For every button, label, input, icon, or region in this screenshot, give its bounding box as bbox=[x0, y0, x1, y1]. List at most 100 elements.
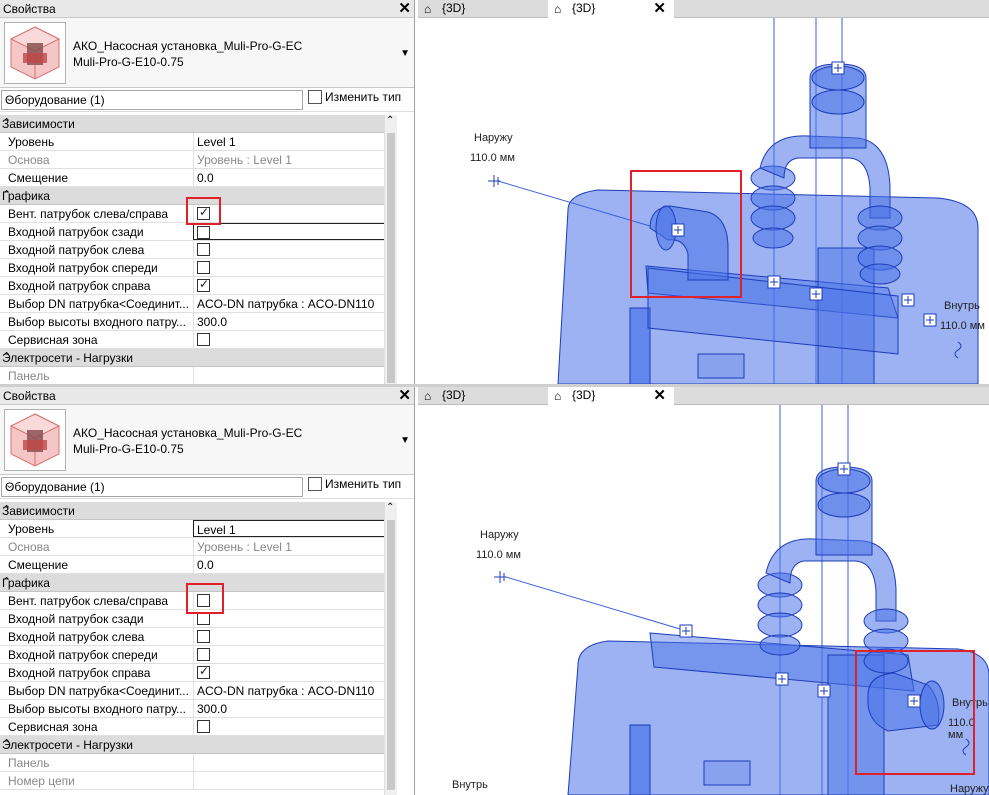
row-value[interactable]: 300.0 bbox=[193, 700, 386, 718]
section-constraints[interactable]: Зависимости ⌃ bbox=[0, 115, 397, 133]
row-level[interactable]: Уровень Level 1 bbox=[0, 133, 386, 151]
in-label: Внутрь bbox=[944, 300, 980, 312]
row-value[interactable]: 300.0 bbox=[193, 313, 386, 331]
row-service[interactable]: Сервисная зона bbox=[0, 718, 386, 736]
collapse-icon[interactable]: ⌃ bbox=[2, 116, 392, 129]
row-value[interactable]: Level 1 bbox=[193, 520, 386, 537]
row-value[interactable]: ACO-DN патрубка : ACO-DN110 bbox=[193, 682, 386, 700]
row-inlet-left[interactable]: Входной патрубок слева bbox=[0, 241, 386, 259]
tab-3d-inactive[interactable]: ⌂ {3D} bbox=[418, 0, 546, 18]
row-value bbox=[193, 259, 386, 277]
row-dn[interactable]: Выбор DN патрубка<Соединит... ACO-DN патр… bbox=[0, 682, 386, 700]
row-dn[interactable]: Выбор DN патрубка<Соединит... ACO-DN патр… bbox=[0, 295, 386, 313]
dropdown-icon[interactable]: ▼ bbox=[400, 48, 410, 59]
row-value[interactable]: ACO-DN патрубка : ACO-DN110 bbox=[193, 295, 386, 313]
collapse-icon[interactable]: ⌃ bbox=[2, 737, 392, 750]
properties-scrollbar[interactable]: ⌃ bbox=[384, 115, 397, 384]
family-name: АКО_Насосная установка_Muli-Pro-G-EC bbox=[73, 426, 303, 440]
top-screenshot: Свойства ✕ АКО_Насосная установка_Muli-P… bbox=[0, 0, 989, 384]
scroll-up-icon[interactable]: ⌃ bbox=[386, 115, 394, 126]
row-circuit: Номер цепи bbox=[0, 772, 386, 790]
row-offset[interactable]: Смещение 0.0 bbox=[0, 556, 386, 574]
inlet-left-checkbox[interactable] bbox=[197, 243, 210, 256]
row-label: Панель bbox=[8, 756, 50, 770]
inlet-front-checkbox[interactable] bbox=[197, 261, 210, 274]
scrollbar-thumb[interactable] bbox=[387, 133, 395, 383]
row-label: Входной патрубок сзади bbox=[8, 225, 144, 239]
tab-3d-active[interactable]: ⌂ {3D} ✕ bbox=[548, 387, 674, 405]
type-selector[interactable]: АКО_Насосная установка_Muli-Pro-G-EC Mul… bbox=[0, 405, 414, 475]
type-name: Muli-Pro-G-E10-0.75 bbox=[73, 55, 184, 69]
properties-palette: Свойства ✕ АКО_Насосная установка_Muli-P… bbox=[0, 0, 415, 384]
in-label-2: Внутрь bbox=[452, 779, 488, 791]
row-value bbox=[193, 241, 386, 259]
section-electrical[interactable]: Электросети - Нагрузки ⌃ bbox=[0, 349, 397, 367]
inlet-front-checkbox[interactable] bbox=[197, 648, 210, 661]
out-label: Наружу bbox=[480, 529, 519, 541]
row-label: Смещение bbox=[8, 558, 69, 572]
model-canvas[interactable]: Наружу 110.0 мм Внутрь 110.0 мм Внутрь Н… bbox=[418, 405, 989, 795]
inlet-back-checkbox[interactable] bbox=[197, 226, 210, 239]
row-height[interactable]: Выбор высоты входного патру... 300.0 bbox=[0, 700, 386, 718]
row-value[interactable]: 0.0 bbox=[193, 556, 386, 574]
3d-view-icon: ⌂ bbox=[424, 2, 432, 16]
category-filter-select[interactable]: Оборудование (1) ⌄ bbox=[1, 477, 303, 497]
row-panel: Панель bbox=[0, 754, 386, 772]
row-label: Выбор DN патрубка<Соединит... bbox=[8, 297, 189, 311]
edit-type-button[interactable]: Изменить тип bbox=[308, 89, 412, 110]
row-inlet-left[interactable]: Входной патрубок слева bbox=[0, 628, 386, 646]
row-value bbox=[193, 223, 386, 240]
tab-label: {3D} bbox=[572, 1, 596, 15]
close-icon[interactable]: ✕ bbox=[653, 387, 666, 404]
row-value[interactable]: Level 1 bbox=[193, 133, 386, 151]
row-label: Выбор DN патрубка<Соединит... bbox=[8, 684, 189, 698]
inlet-left-checkbox[interactable] bbox=[197, 630, 210, 643]
model-canvas[interactable]: Наружу 110.0 мм Внутрь 110.0 мм bbox=[418, 18, 989, 384]
view-tabs: ⌂ {3D} ⌂ {3D} ✕ bbox=[418, 0, 989, 18]
edit-type-button[interactable]: Изменить тип bbox=[308, 476, 412, 497]
type-name: Muli-Pro-G-E10-0.75 bbox=[73, 442, 184, 456]
properties-title: Свойства bbox=[3, 389, 56, 403]
row-label: Основа bbox=[8, 540, 50, 554]
filter-row: Оборудование (1) ⌄ Изменить тип bbox=[0, 475, 414, 499]
row-label: Панель bbox=[8, 369, 50, 383]
properties-scrollbar[interactable]: ⌃ bbox=[384, 502, 397, 795]
close-icon[interactable]: ✕ bbox=[398, 0, 411, 17]
category-filter-select[interactable]: Оборудование (1) ⌄ bbox=[1, 90, 303, 110]
row-inlet-front[interactable]: Входной патрубок спереди bbox=[0, 259, 386, 277]
dropdown-icon[interactable]: ▼ bbox=[400, 435, 410, 446]
row-value[interactable]: 0.0 bbox=[193, 169, 386, 187]
row-inlet-right[interactable]: Входной патрубок справа bbox=[0, 277, 386, 295]
row-value bbox=[193, 367, 386, 384]
scrollbar-thumb[interactable] bbox=[387, 520, 395, 790]
row-label: Входной патрубок спереди bbox=[8, 261, 158, 275]
row-service[interactable]: Сервисная зона bbox=[0, 331, 386, 349]
3d-viewport: ⌂ {3D} ⌂ {3D} ✕ Наружу 110.0 мм Внутрь 1… bbox=[418, 0, 989, 384]
service-checkbox[interactable] bbox=[197, 720, 210, 733]
inlet-right-checkbox[interactable] bbox=[197, 277, 210, 292]
row-level[interactable]: Уровень Level 1 bbox=[0, 520, 386, 538]
scroll-up-icon[interactable]: ⌃ bbox=[386, 502, 394, 513]
collapse-icon[interactable]: ⌃ bbox=[2, 503, 392, 516]
tab-label: {3D} bbox=[442, 388, 466, 402]
row-inlet-back[interactable]: Входной патрубок сзади bbox=[0, 223, 386, 241]
inlet-right-checkbox[interactable] bbox=[197, 664, 210, 679]
row-offset[interactable]: Смещение 0.0 bbox=[0, 169, 386, 187]
row-label: Входной патрубок спереди bbox=[8, 648, 158, 662]
section-constraints[interactable]: Зависимости ⌃ bbox=[0, 502, 397, 520]
collapse-icon[interactable]: ⌃ bbox=[2, 350, 392, 363]
tab-3d-inactive[interactable]: ⌂ {3D} bbox=[418, 387, 546, 405]
row-inlet-right[interactable]: Входной патрубок справа bbox=[0, 664, 386, 682]
close-icon[interactable]: ✕ bbox=[653, 0, 666, 17]
tab-3d-active[interactable]: ⌂ {3D} ✕ bbox=[548, 0, 674, 18]
highlight-box bbox=[186, 583, 224, 614]
section-electrical[interactable]: Электросети - Нагрузки ⌃ bbox=[0, 736, 397, 754]
properties-grid: Зависимости ⌃ Уровень Level 1 Основа Уровен… bbox=[0, 115, 414, 384]
row-inlet-front[interactable]: Входной патрубок спереди bbox=[0, 646, 386, 664]
close-icon[interactable]: ✕ bbox=[398, 387, 411, 404]
type-selector[interactable]: АКО_Насосная установка_Muli-Pro-G-EC Mul… bbox=[0, 18, 414, 88]
service-checkbox[interactable] bbox=[197, 333, 210, 346]
3d-view-icon: ⌂ bbox=[424, 389, 432, 403]
row-label: Вент. патрубок слева/справа bbox=[8, 207, 169, 221]
row-height[interactable]: Выбор высоты входного патру... 300.0 bbox=[0, 313, 386, 331]
